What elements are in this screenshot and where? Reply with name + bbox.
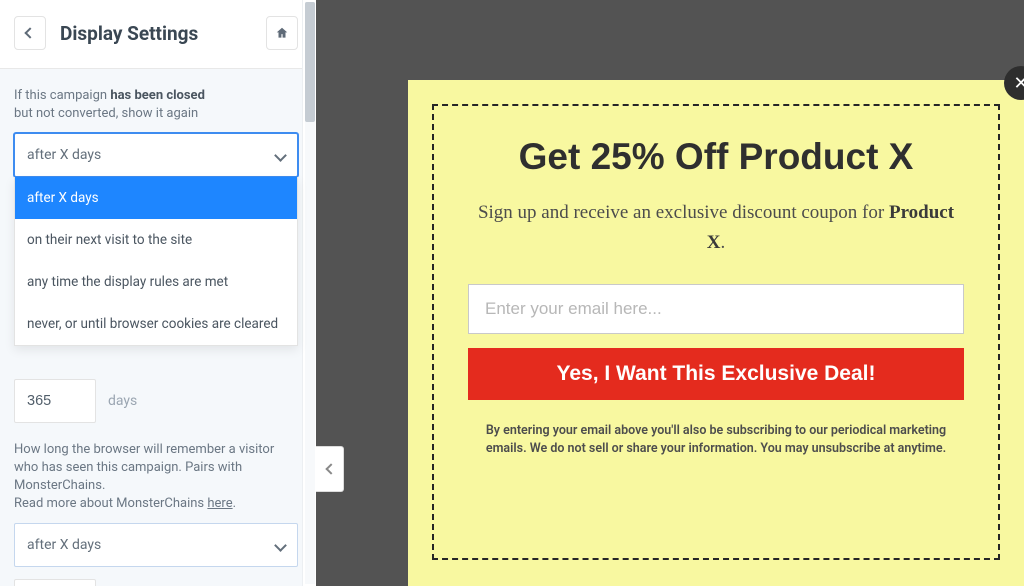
chevron-left-icon [24,27,35,38]
closed-behavior-select[interactable]: after X days [14,133,298,177]
settings-sidebar: Display Settings If this campaign has be… [0,0,316,586]
cookie-helper: How long the browser will remember a vis… [14,441,298,513]
helper-text-2: but not converted, show it again [14,106,198,121]
page-title: Display Settings [46,22,266,45]
cookie-days-input[interactable] [14,579,96,586]
dropdown-option[interactable]: after X days [15,177,297,219]
home-icon [275,26,289,40]
popup-preview: ✕ Get 25% Off Product X Sign up and rece… [408,80,1024,586]
helper-bold: has been closed [110,88,205,103]
popup-close-button[interactable]: ✕ [1004,66,1024,100]
home-button[interactable] [266,16,298,50]
collapse-sidebar-button[interactable] [316,446,344,492]
popup-subheadline: Sign up and receive an exclusive discoun… [468,198,964,258]
sub-text: Sign up and receive an exclusive discoun… [478,202,889,223]
sidebar-scrollbar[interactable] [302,0,316,586]
cookie-behavior-select[interactable]: after X days [14,523,298,567]
popup-cta-button[interactable]: Yes, I Want This Exclusive Deal! [468,348,964,400]
closed-campaign-section: If this campaign has been closed but not… [0,69,312,423]
helper-text: How long the browser will remember a vis… [14,442,274,493]
close-icon: ✕ [1013,73,1024,94]
helper-text-2: Read more about MonsterChains [14,496,207,511]
monsterchains-link[interactable]: here [207,496,232,511]
chevron-left-icon [325,463,336,474]
sub-post: . [720,232,725,253]
popup-fineprint: By entering your email above you'll also… [468,422,964,458]
dropdown-option[interactable]: on their next visit to the site [15,219,297,261]
scrollbar-thumb[interactable] [305,2,315,122]
chevron-down-icon [274,149,287,162]
sidebar-header: Display Settings [0,0,312,69]
closed-days-input[interactable] [14,379,96,423]
select-value: after X days [27,147,101,163]
dropdown-option[interactable]: never, or until browser cookies are clea… [15,303,297,345]
back-button[interactable] [14,16,46,50]
cookie-duration-section: How long the browser will remember a vis… [0,423,312,586]
preview-canvas: ✕ Get 25% Off Product X Sign up and rece… [316,0,1024,586]
helper-text: If this campaign [14,88,110,103]
select-value: after X days [27,537,101,553]
days-unit-label: days [108,393,137,409]
dropdown-option[interactable]: any time the display rules are met [15,261,297,303]
closed-behavior-dropdown: after X days on their next visit to the … [14,177,298,346]
popup-email-input[interactable] [468,284,964,334]
popup-headline: Get 25% Off Product X [468,136,964,178]
closed-campaign-helper: If this campaign has been closed but not… [14,87,298,123]
chevron-down-icon [274,539,287,552]
